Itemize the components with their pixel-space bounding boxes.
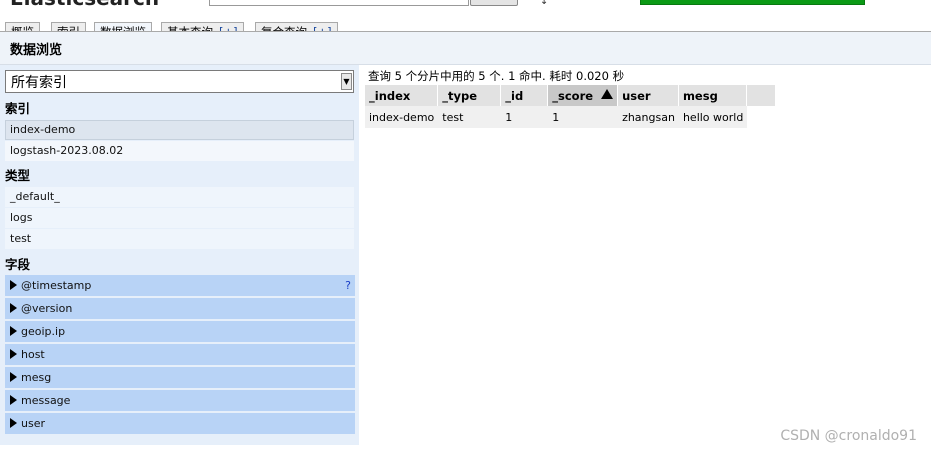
cell-score: 1 [548, 106, 619, 128]
expand-triangle-icon[interactable] [10, 418, 17, 428]
help-icon[interactable]: ? [345, 275, 351, 296]
field-item[interactable]: host [5, 344, 355, 365]
filter-sidebar: 所有索引 ▼ 索引 index-demo logstash-2023.08.02… [0, 65, 359, 445]
index-select[interactable]: 所有索引 ▼ [5, 70, 354, 93]
sort-ascending-icon[interactable] [601, 88, 614, 99]
field-item[interactable]: geoip.ip [5, 321, 355, 342]
table-row[interactable]: index-demo test 1 1 zhangsan hello world [365, 106, 777, 128]
connection-url-value: h [218, 0, 224, 3]
expand-triangle-icon[interactable] [10, 303, 17, 313]
type-filter-item[interactable]: _default_ [5, 187, 354, 207]
fields-heading: 字段 [5, 257, 31, 272]
results-table: _index _type _id _score user mesg index-… [365, 85, 777, 128]
column-header-id[interactable]: _id [501, 85, 549, 106]
expand-triangle-icon[interactable] [10, 372, 17, 382]
page-title-bar: 数据浏览 [0, 32, 931, 65]
field-label: geoip.ip [21, 325, 66, 338]
field-item[interactable]: message [5, 390, 355, 411]
connect-button[interactable] [470, 0, 518, 6]
expand-triangle-icon[interactable] [10, 326, 17, 336]
field-item[interactable]: user [5, 413, 355, 434]
field-label: @version [21, 302, 73, 315]
field-label: mesg [21, 371, 52, 384]
cluster-dropdown-icon[interactable]: ↓ [540, 0, 548, 7]
field-item[interactable]: mesg [5, 367, 355, 388]
expand-triangle-icon[interactable] [10, 349, 17, 359]
column-header-type[interactable]: _type [438, 85, 502, 106]
cell-id: 1 [501, 106, 549, 128]
index-filter-item[interactable]: index-demo [5, 120, 354, 140]
page-title: 数据浏览 [10, 43, 63, 58]
type-filter-item[interactable]: logs [5, 208, 354, 228]
cluster-health-bar [640, 0, 865, 5]
query-summary: 查询 5 个分片中用的 5 个. 1 命中. 耗时 0.020 秒 [368, 69, 625, 83]
cell-type: test [438, 106, 502, 128]
field-label: host [21, 348, 45, 361]
cell-filler [747, 106, 777, 128]
column-header-score-label: _score [552, 88, 594, 103]
app-brand: Elasticsearch [10, 0, 159, 10]
column-header-filler [747, 85, 777, 106]
expand-triangle-icon[interactable] [10, 280, 17, 290]
column-header-index[interactable]: _index [365, 85, 439, 106]
cell-index: index-demo [365, 106, 439, 128]
types-heading: 类型 [5, 168, 31, 183]
field-item[interactable]: @timestamp ? [5, 275, 355, 296]
tab-bar: 概览 索引 数据浏览 基本查询[+] 复合查询[+] [0, 10, 931, 43]
connection-url-input[interactable]: h [209, 0, 469, 6]
dropdown-arrow-icon[interactable]: ▼ [341, 73, 352, 90]
cell-mesg: hello world [678, 106, 748, 128]
field-label: @timestamp [21, 279, 92, 292]
app-header: Elasticsearch h ↓ [0, 0, 931, 10]
index-filter-item[interactable]: logstash-2023.08.02 [5, 141, 354, 161]
column-header-mesg[interactable]: mesg [678, 85, 748, 106]
index-select-value: 所有索引 [11, 75, 67, 91]
expand-triangle-icon[interactable] [10, 395, 17, 405]
cell-user: zhangsan [618, 106, 679, 128]
field-label: message [21, 394, 71, 407]
column-header-user[interactable]: user [618, 85, 679, 106]
field-item[interactable]: @version [5, 298, 355, 319]
column-header-score[interactable]: _score [548, 85, 619, 106]
type-filter-item[interactable]: test [5, 229, 354, 249]
field-label: user [21, 417, 45, 430]
indices-heading: 索引 [5, 101, 31, 116]
watermark: CSDN @cronaldo91 [780, 428, 917, 444]
results-header-row: _index _type _id _score user mesg [365, 85, 777, 106]
